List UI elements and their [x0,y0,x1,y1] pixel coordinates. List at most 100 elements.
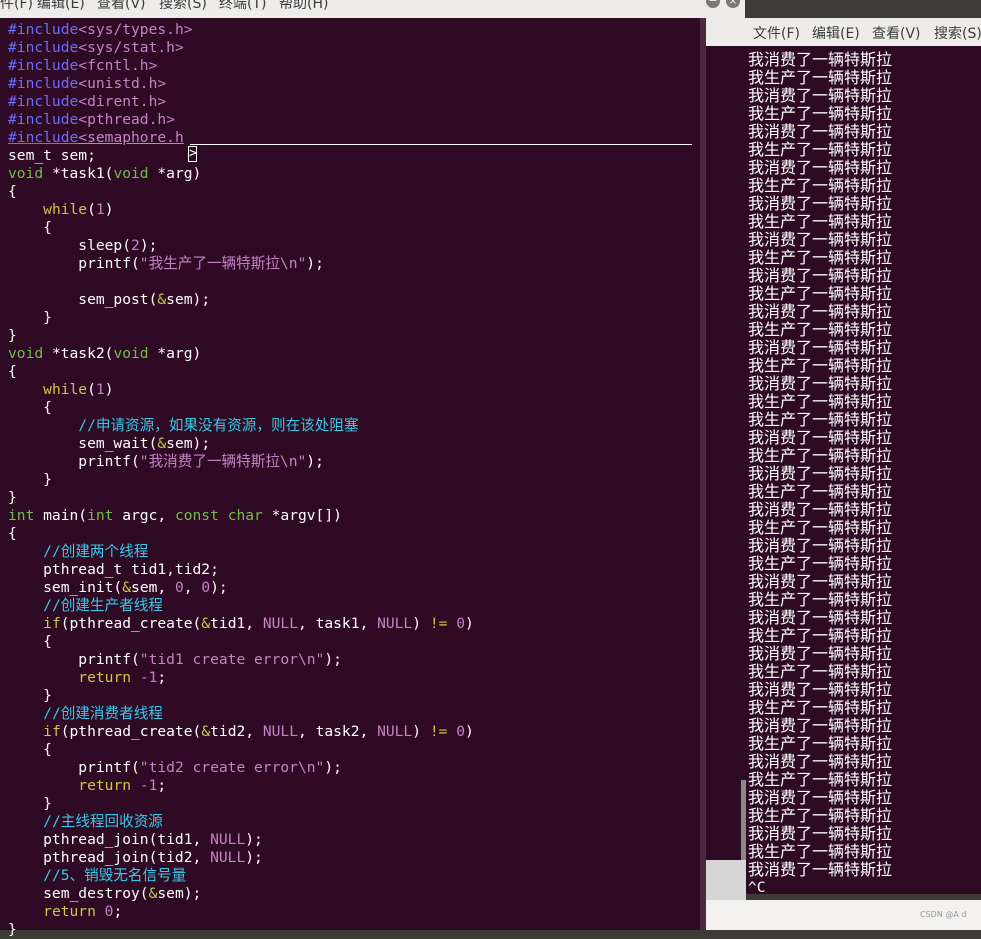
code-line: //5、销毁无名信号量 [8,867,474,885]
terminal-output-line: 我消费了一辆特斯拉 [748,86,893,105]
code-token: "我生产了一辆特斯拉\n" [139,255,307,272]
code-token: & [201,615,211,632]
menu-view[interactable]: 查看(V) [872,20,921,46]
menu-search[interactable]: 搜索(S) [159,0,207,12]
code-token: <sys/types.h> [78,21,193,38]
code-token: != [429,615,448,632]
terminal-output-line: 我消费了一辆特斯拉 [748,788,893,807]
code-token: sem); [166,291,211,308]
code-token: printf( [8,759,140,776]
code-token: { [8,183,17,200]
code-token: sem_wait( [8,435,158,452]
code-token: , [183,579,202,596]
code-token: while [43,381,88,398]
code-token: pthread_t tid1,tid2; [8,561,219,578]
code-token: { [8,741,52,758]
menu-view[interactable]: 查看(V) [97,0,146,12]
code-line: //主线程回收资源 [8,813,474,831]
terminal-output-line: 我消费了一辆特斯拉 [748,644,893,663]
terminal-output-line: 我生产了一辆特斯拉 [748,842,893,861]
code-token: { [8,399,52,416]
code-line: { [8,633,474,651]
background-strip [706,860,746,900]
code-token: //主线程回收资源 [43,813,163,830]
code-token: if [43,615,61,632]
close-icon[interactable]: × [726,0,740,8]
menu-file[interactable]: 件(F) [0,0,33,12]
code-token: "tid2 create error\n" [139,759,325,776]
code-token: } [8,489,17,506]
code-line: sem_init(&sem, 0, 0); [8,579,474,597]
code-editor[interactable]: #include <sys/types.h> #include<sys/stat.h… [0,18,700,938]
code-token: sem, [131,579,175,596]
code-token: const [174,507,219,524]
code-line: sem_destroy(&sem); [8,885,474,903]
menu-terminal[interactable]: 终端(T) [219,0,266,12]
code-token: ; [157,669,167,686]
minimize-icon[interactable]: − [706,0,720,8]
terminal-output-line: 我消费了一辆特斯拉 [748,608,893,627]
code-line: #include<fcntl.h> [8,57,474,75]
terminal-output-line: 我生产了一辆特斯拉 [748,104,893,123]
code-token: , task2, [298,723,378,740]
code-token: <pthread.h> [78,111,175,128]
code-line: pthread_join(tid1, NULL); [8,831,474,849]
code-line: } [8,921,474,939]
terminal-output-line: 我生产了一辆特斯拉 [748,212,893,231]
code-line: return 0; [8,903,474,921]
code-token: sem_init( [8,579,123,596]
terminal-output-line: 我消费了一辆特斯拉 [748,374,893,393]
code-token: sem); [157,885,202,902]
code-token: <sys/stat.h> [78,39,184,56]
code-token: 0 [456,615,465,632]
code-token: "我消费了一辆特斯拉\n" [139,453,307,470]
code-line: printf("我生产了一辆特斯拉\n"); [8,255,474,273]
code-line: } [8,489,474,507]
code-line: sem_wait(&sem); [8,435,474,453]
menu-edit[interactable]: 编辑(E) [812,20,860,46]
code-token: <dirent.h> [78,93,167,110]
code-token: #include [8,57,79,74]
code-token: //5、销毁无名信号量 [43,867,187,884]
code-line: } [8,795,474,813]
code-line: #include<sys/stat.h> [8,39,474,57]
terminal-output[interactable]: 我消费了一辆特斯拉 我生产了一辆特斯拉 我消费了一辆特斯拉 我生产了一辆特斯拉 我消费了… [746,46,981,894]
menu-file[interactable]: 文件(F) [753,20,800,46]
code-token: NULL [262,615,298,632]
code-token: (pthread_create( [60,723,202,740]
code-token: & [157,435,167,452]
code-token: void [8,345,44,362]
watermark: CSDN @A d [920,910,967,919]
terminal-output-line: 我消费了一辆特斯拉 [748,860,893,879]
code-token: <semaphore.h [78,129,184,146]
code-line: void *task2(void *arg) [8,345,474,363]
code-token: ) [104,381,114,398]
menu-search[interactable]: 搜索(S) [934,20,981,46]
code-line: //创建消费者线程 [8,705,474,723]
cursor-line [190,144,692,145]
code-token: sem_t sem; [8,147,96,164]
menu-help[interactable]: 帮助(H) [279,0,328,12]
code-token: //创建消费者线程 [43,705,163,722]
left-menubar: 件(F) 编辑(E) 查看(V) 搜索(S) 终端(T) 帮助(H) − × [0,0,745,18]
code-token: //创建两个线程 [43,543,149,560]
code-token: -1 [139,777,158,794]
code-line: if(pthread_create(&tid1, NULL, task1, NU… [8,615,474,633]
code-token: int [87,507,114,524]
code-token: ) [412,615,430,632]
menu-edit[interactable]: 编辑(E) [37,0,85,12]
code-line: while(1) [8,201,474,219]
code-token: printf( [8,651,140,668]
code-line: pthread_join(tid2, NULL); [8,849,474,867]
code-token: sem); [166,435,211,452]
terminal-output-line: 我生产了一辆特斯拉 [748,626,893,645]
terminal-output-line: 我消费了一辆特斯拉 [748,338,893,357]
code-token: } [8,309,52,326]
